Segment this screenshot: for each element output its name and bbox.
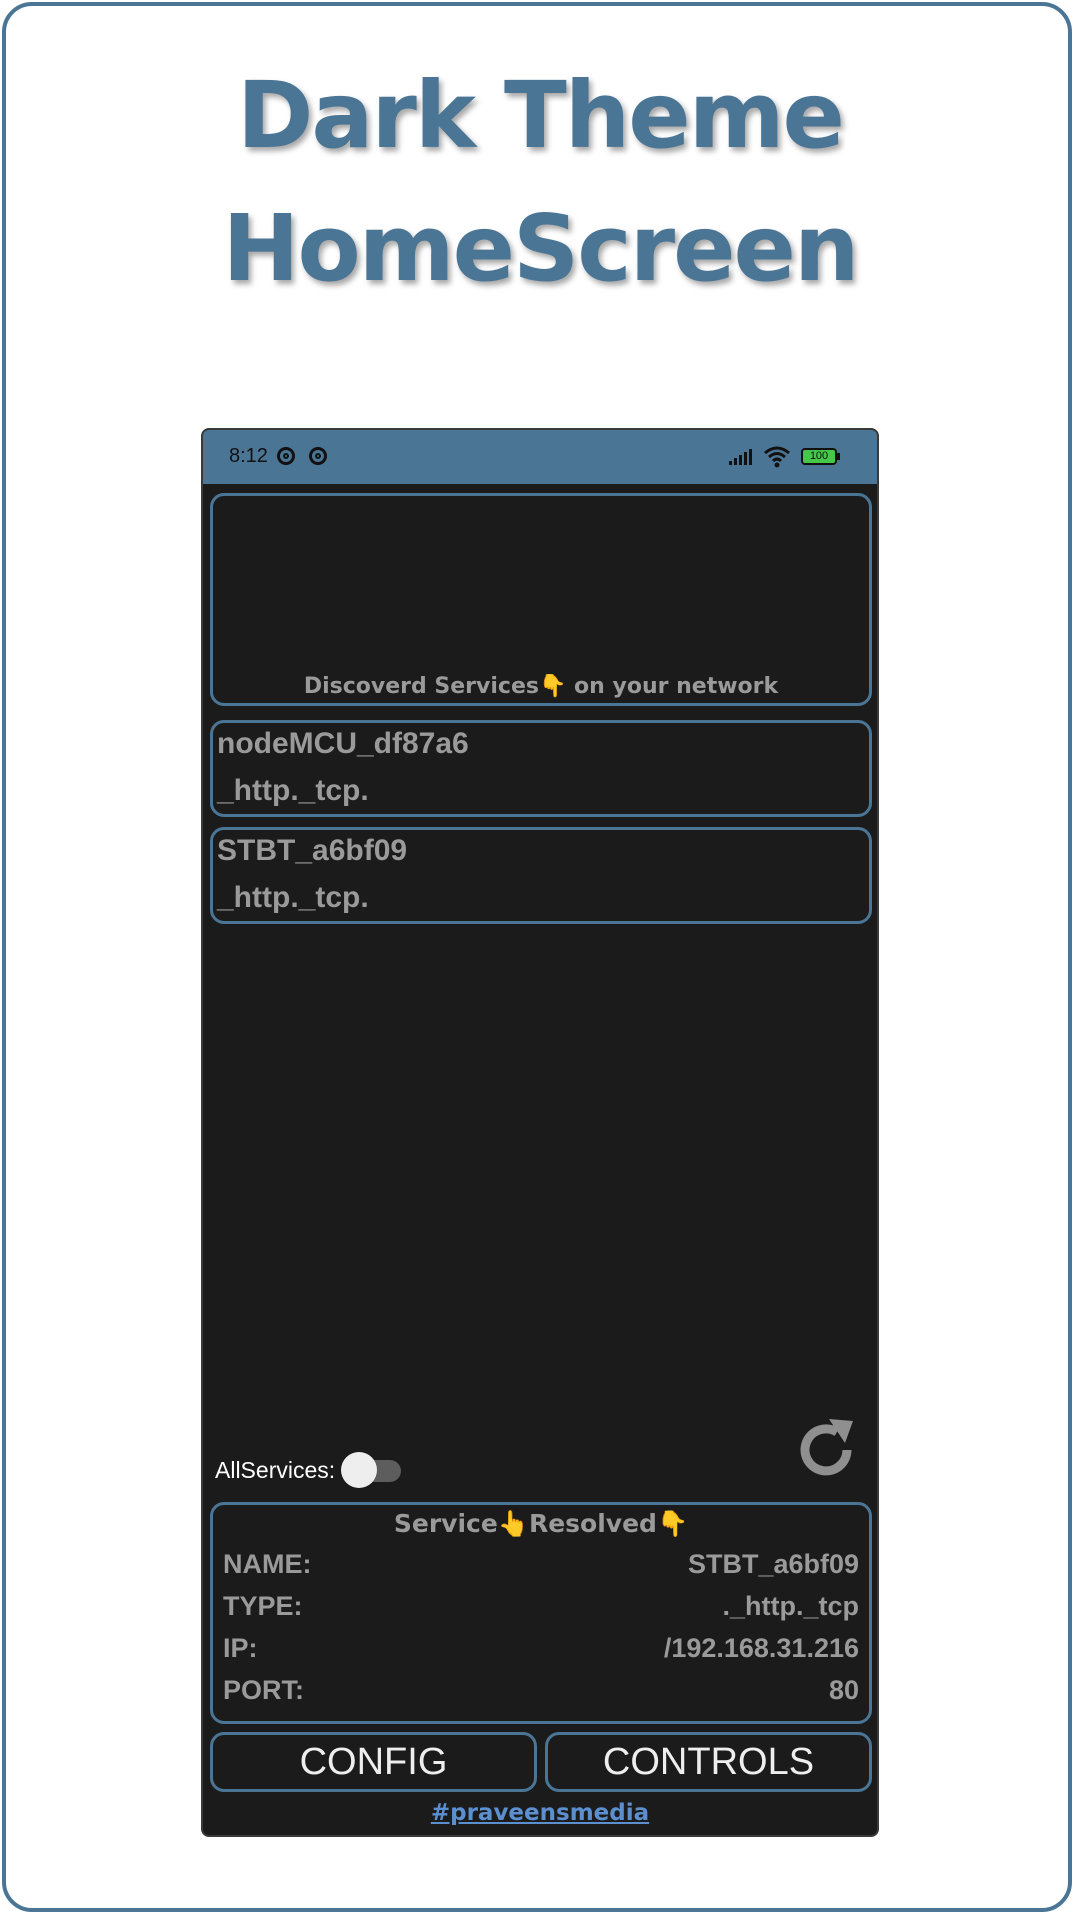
- service-name: nodeMCU_df87a6: [217, 727, 469, 760]
- service-type: _http._tcp.: [217, 881, 369, 914]
- battery-icon: 100: [801, 448, 837, 465]
- resolved-row-ip: IP: /192.168.31.216: [223, 1633, 859, 1673]
- resolved-title-suffix: Resolved: [528, 1509, 657, 1538]
- footer-link[interactable]: #praveensmedia: [203, 1800, 877, 1826]
- wifi-icon: [764, 446, 790, 468]
- resolved-value: STBT_a6bf09: [687, 1549, 859, 1579]
- resolved-key: IP:: [223, 1633, 258, 1663]
- point-down-icon: 👇: [538, 674, 567, 699]
- resolved-value: 80: [828, 1675, 859, 1705]
- resolved-title-text: Service: [393, 1509, 498, 1538]
- battery-tip: [837, 453, 840, 460]
- status-bar: 8:12 100: [203, 430, 877, 484]
- signal-icon: [729, 449, 752, 465]
- sync-icon: [309, 447, 327, 465]
- resolved-title: Service👆Resolved👇: [213, 1509, 869, 1539]
- resolved-value: ._http._tcp: [722, 1591, 859, 1621]
- service-item[interactable]: STBT_a6bf09 _http._tcp.: [210, 827, 872, 924]
- service-type: _http._tcp.: [217, 774, 369, 807]
- toggle-knob[interactable]: [341, 1452, 377, 1488]
- service-item[interactable]: nodeMCU_df87a6 _http._tcp.: [210, 720, 872, 817]
- discover-label-text: Discoverd Services: [303, 674, 539, 699]
- resolved-key: NAME:: [223, 1549, 312, 1579]
- phone-screen: 8:12 100 Discoverd Services👇 on your net…: [201, 428, 879, 1837]
- resolved-key: PORT:: [223, 1675, 304, 1705]
- resolved-row-name: NAME: STBT_a6bf09: [223, 1549, 859, 1589]
- controls-button[interactable]: CONTROLS: [545, 1732, 872, 1792]
- headline-line-1: Dark Theme: [237, 62, 845, 169]
- sync-icon: [277, 447, 295, 465]
- all-services-label: AllServices:: [215, 1457, 336, 1483]
- status-time: 8:12: [229, 445, 268, 467]
- headline-line-2: HomeScreen: [222, 195, 860, 302]
- point-up-icon: 👆: [497, 1509, 529, 1538]
- discovered-services-panel: Discoverd Services👇 on your network: [210, 493, 872, 706]
- resolved-value: /192.168.31.216: [663, 1633, 859, 1663]
- discover-label: Discoverd Services👇 on your network: [213, 674, 869, 699]
- point-down-icon: 👇: [656, 1509, 689, 1538]
- discover-label-suffix: on your network: [574, 674, 779, 699]
- refresh-icon[interactable]: [791, 1415, 861, 1485]
- resolved-key: TYPE:: [223, 1591, 303, 1621]
- resolved-row-port: PORT: 80: [223, 1675, 859, 1715]
- resolved-service-panel: Service👆Resolved👇 NAME: STBT_a6bf09 TYPE…: [210, 1502, 872, 1724]
- service-name: STBT_a6bf09: [217, 834, 408, 867]
- resolved-row-type: TYPE: ._http._tcp: [223, 1591, 859, 1631]
- config-button[interactable]: CONFIG: [210, 1732, 537, 1792]
